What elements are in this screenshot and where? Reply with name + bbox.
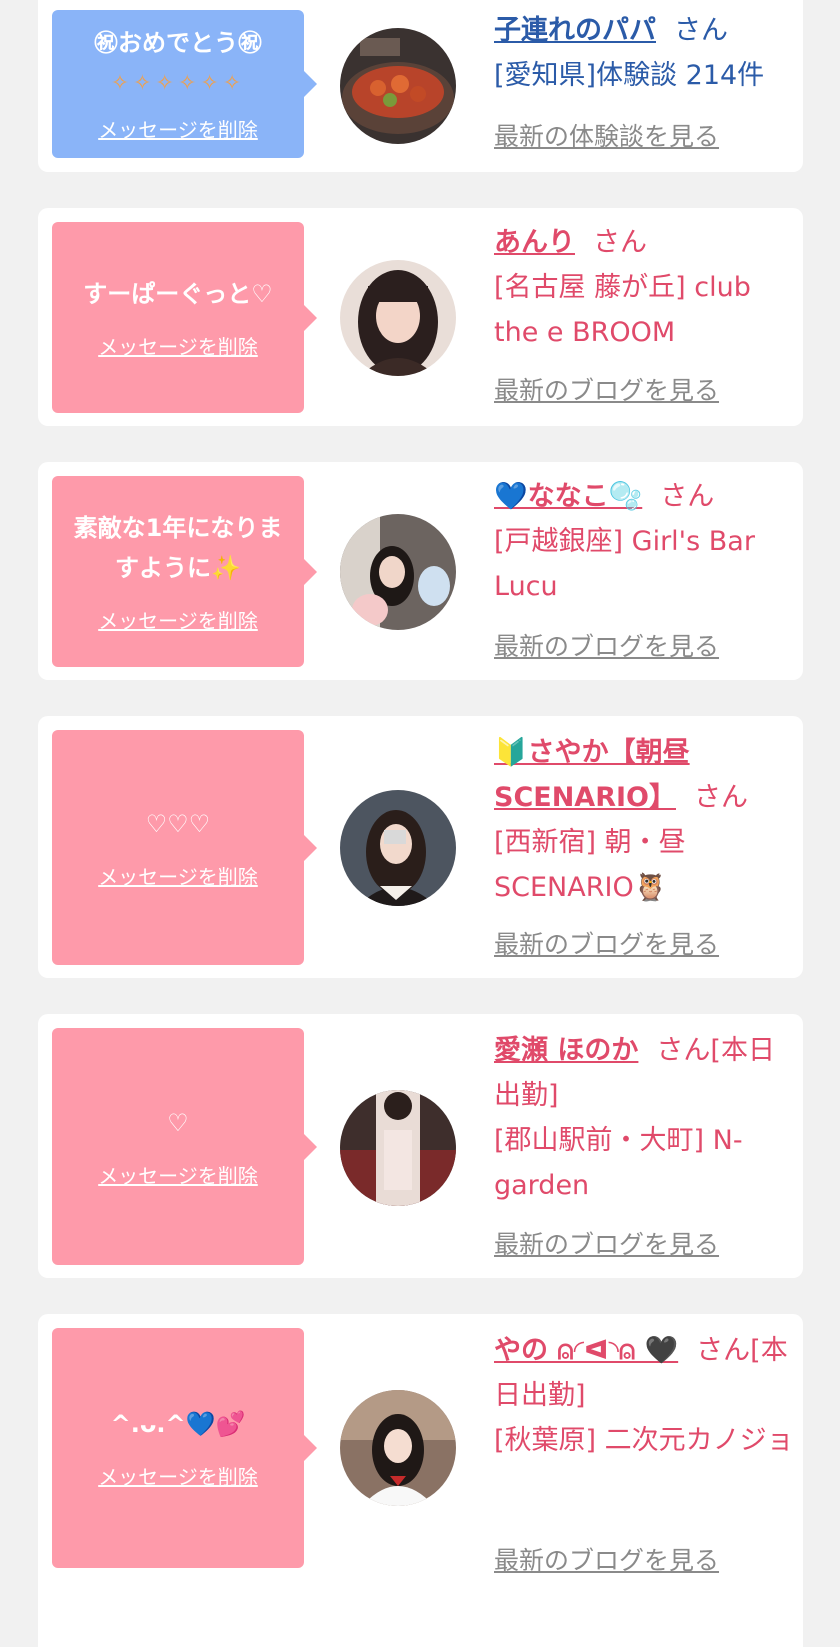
- user-subtitle: [郡山駅前・大町] N-garden: [494, 1125, 743, 1201]
- message-bubble: 素敵な1年になりますように✨ メッセージを削除: [52, 476, 317, 667]
- user-subtitle: [西新宿] 朝・昼 SCENARIO🦉: [494, 827, 686, 903]
- user-info: 愛瀬 ほのか さん[本日出勤] [郡山駅前・大町] N-garden: [494, 1028, 794, 1208]
- message-text: すーぱーぐっと♡: [83, 279, 273, 308]
- message-bubble: ^.ᴗ.^💙💕 メッセージを削除: [52, 1328, 317, 1568]
- avatar[interactable]: [340, 260, 456, 376]
- delete-message-link[interactable]: メッセージを削除: [98, 862, 258, 892]
- user-info: やの ⍝⁠◜⁠ᐊ⁠◝⁠⍝ 🖤 さん[本日出勤] [秋葉原] 二次元カノジョ: [494, 1328, 794, 1463]
- message-bubble: ♡♡♡ メッセージを削除: [52, 730, 317, 965]
- name-line: 愛瀬 ほのか さん[本日出勤]: [494, 1028, 794, 1118]
- latest-post-link[interactable]: 最新のブログを見る: [494, 928, 719, 962]
- message-text: ㊗おめでとう㊗: [94, 29, 262, 57]
- message-card: ㊗おめでとう㊗ ✧✧✧✧✧✧ メッセージを削除 子連れのパパ さん [愛知県]体験…: [38, 0, 803, 172]
- latest-post-link[interactable]: 最新のブログを見る: [494, 374, 719, 408]
- user-info: あんり さん [名古屋 藤が丘] club the e BROOM: [494, 220, 794, 355]
- avatar[interactable]: [340, 1090, 456, 1206]
- latest-post-link[interactable]: 最新のブログを見る: [494, 630, 719, 664]
- user-subtitle: [秋葉原] 二次元カノジョ: [494, 1425, 794, 1456]
- message-bubble: ♡ メッセージを削除: [52, 1028, 317, 1265]
- latest-post-link[interactable]: 最新のブログを見る: [494, 1228, 719, 1262]
- user-name-link[interactable]: 💙ななこ🫧: [494, 481, 642, 512]
- user-info: 🔰さやか【朝昼SCENARIO】 さん [西新宿] 朝・昼 SCENARIO🦉: [494, 730, 794, 910]
- delete-message-link[interactable]: メッセージを削除: [98, 1161, 258, 1191]
- avatar[interactable]: [340, 28, 456, 144]
- message-text: ♡♡♡: [145, 809, 211, 838]
- latest-post-link[interactable]: 最新のブログを見る: [494, 1544, 719, 1578]
- message-card: ♡ メッセージを削除 愛瀬 ほのか さん[本日出勤] [郡山駅前・大町] N-ga…: [38, 1014, 803, 1278]
- message-text: ♡: [167, 1108, 189, 1137]
- honorific: さん: [674, 15, 728, 46]
- message-card: 素敵な1年になりますように✨ メッセージを削除 💙ななこ🫧 さん [戸越銀座] G…: [38, 462, 803, 680]
- honorific: さん: [694, 782, 748, 813]
- honorific: さん: [660, 481, 715, 512]
- user-info: 子連れのパパ さん [愛知県]体験談 214件: [494, 8, 794, 98]
- message-card: すーぱーぐっと♡ メッセージを削除 あんり さん [名古屋 藤が丘] club t…: [38, 208, 803, 426]
- delete-message-link[interactable]: メッセージを削除: [98, 606, 258, 636]
- user-name-link[interactable]: 🔰さやか【朝昼SCENARIO】: [494, 737, 690, 813]
- message-card: ♡♡♡ メッセージを削除 🔰さやか【朝昼SCENARIO】 さん [西新宿] 朝・…: [38, 716, 803, 978]
- user-info: 💙ななこ🫧 さん [戸越銀座] Girl's Bar Lucu: [494, 474, 794, 609]
- message-text: 素敵な1年になりますように✨: [73, 513, 283, 582]
- delete-message-link[interactable]: メッセージを削除: [98, 332, 258, 362]
- user-subtitle: [名古屋 藤が丘] club the e BROOM: [494, 272, 751, 348]
- message-bubble: すーぱーぐっと♡ メッセージを削除: [52, 222, 317, 413]
- avatar[interactable]: [340, 1390, 456, 1506]
- message-card: ^.ᴗ.^💙💕 メッセージを削除 やの ⍝⁠◜⁠ᐊ⁠◝⁠⍝ 🖤 さん[本日出勤] …: [38, 1314, 803, 1647]
- user-subtitle: [戸越銀座] Girl's Bar Lucu: [494, 526, 755, 602]
- user-name-link[interactable]: 子連れのパパ: [494, 15, 656, 46]
- delete-message-link[interactable]: メッセージを削除: [98, 1462, 258, 1492]
- name-line: 💙ななこ🫧 さん: [494, 474, 794, 519]
- honorific: さん: [593, 227, 647, 258]
- name-line: やの ⍝⁠◜⁠ᐊ⁠◝⁠⍝ 🖤 さん[本日出勤]: [494, 1328, 794, 1418]
- user-name-link[interactable]: やの ⍝⁠◜⁠ᐊ⁠◝⁠⍝ 🖤: [494, 1335, 678, 1366]
- avatar[interactable]: [340, 790, 456, 906]
- message-text: ^.ᴗ.^💙💕: [110, 1410, 246, 1438]
- avatar[interactable]: [340, 514, 456, 630]
- user-name-link[interactable]: 愛瀬 ほのか: [494, 1035, 638, 1066]
- name-line: あんり さん: [494, 220, 794, 265]
- user-subtitle: [愛知県]体験談 214件: [494, 60, 765, 91]
- name-line: 🔰さやか【朝昼SCENARIO】 さん: [494, 730, 794, 820]
- message-bubble: ㊗おめでとう㊗ ✧✧✧✧✧✧ メッセージを削除: [52, 10, 317, 158]
- sparkles-icon: ✧✧✧✧✧✧: [110, 71, 246, 96]
- delete-message-link[interactable]: メッセージを削除: [98, 115, 258, 145]
- user-name-link[interactable]: あんり: [494, 227, 575, 258]
- name-line: 子連れのパパ さん: [494, 8, 794, 53]
- latest-post-link[interactable]: 最新の体験談を見る: [494, 120, 719, 154]
